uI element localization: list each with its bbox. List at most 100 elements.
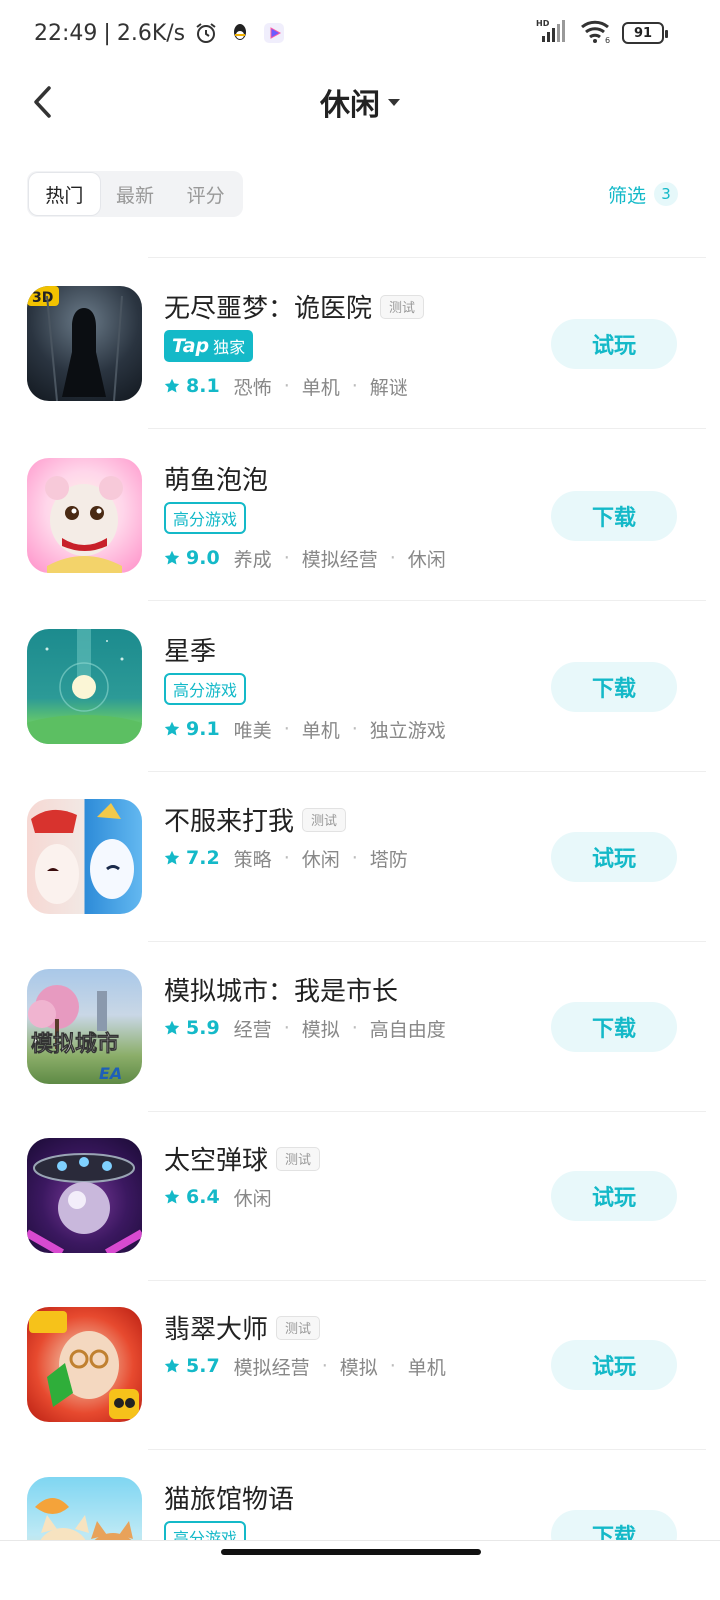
status-bar: 22:49 | 2.6K/s HD 6 91: [0, 0, 720, 64]
dot-separator: ·: [389, 547, 396, 569]
trial-button[interactable]: 试玩: [551, 1340, 677, 1390]
tab-rating[interactable]: 评分: [170, 173, 241, 215]
status-time: 22:49: [34, 20, 98, 46]
star-icon: [164, 1020, 180, 1036]
list-item[interactable]: 3D 无尽噩梦：诡医院 测试 Tap 独家 8.1 恐怖 · 单机 · 解谜 试…: [0, 258, 720, 429]
rating: 5.9: [186, 1017, 220, 1039]
genre-tag: 单机: [301, 719, 340, 742]
qq-icon: [227, 20, 253, 46]
status-left: 22:49 | 2.6K/s: [34, 18, 287, 48]
tab-latest[interactable]: 最新: [100, 173, 171, 215]
game-icon[interactable]: [27, 629, 142, 744]
sort-tabs: 热门 最新 评分: [27, 171, 243, 217]
battery-icon: 91: [622, 22, 668, 44]
status-separator: |: [103, 20, 111, 46]
dot-separator: ·: [351, 718, 358, 740]
tap-exclusive-label: 独家: [213, 338, 246, 357]
game-name-row: 无尽噩梦：诡医院 测试: [164, 288, 425, 325]
meta-row: 9.0 养成 · 模拟经营 · 休闲: [164, 543, 446, 573]
game-name-row: 太空弹球 测试: [164, 1140, 321, 1177]
wifi-icon: 6: [580, 18, 612, 48]
signal-icon: HD: [536, 18, 570, 48]
genre-tag: 恐怖: [233, 376, 272, 399]
rating: 6.4: [186, 1186, 220, 1208]
download-button[interactable]: 下载: [551, 1510, 677, 1540]
test-badge: 测试: [380, 294, 425, 319]
tag-row: 高分游戏: [164, 502, 247, 534]
genre-tag: 解谜: [369, 376, 408, 399]
status-right: HD 6 91: [536, 18, 668, 48]
game-icon[interactable]: [27, 1307, 142, 1422]
genre-tag: 塔防: [369, 848, 408, 871]
game-list: 3D 无尽噩梦：诡医院 测试 Tap 独家 8.1 恐怖 · 单机 · 解谜 试…: [0, 258, 720, 1540]
game-icon[interactable]: [27, 458, 142, 573]
game-name-row: 星季: [164, 631, 216, 668]
genre-tag: 模拟经营: [233, 1356, 310, 1379]
filter-count-badge: 3: [654, 182, 678, 206]
list-item[interactable]: 翡翠大师 测试 5.7 模拟经营 · 模拟 · 单机 试玩: [0, 1279, 720, 1450]
game-name-row: 猫旅馆物语: [164, 1479, 294, 1516]
caret-down-icon: [388, 98, 400, 106]
tab-hot[interactable]: 热门: [29, 173, 100, 215]
category-title-dropdown[interactable]: 休闲: [0, 80, 720, 124]
game-name[interactable]: 模拟城市：我是市长: [164, 971, 398, 1008]
trial-button[interactable]: 试玩: [551, 319, 677, 369]
icon-badge-3d: 3D: [32, 290, 53, 306]
game-name-row: 模拟城市：我是市长: [164, 971, 398, 1008]
game-name[interactable]: 翡翠大师: [164, 1309, 268, 1346]
game-name[interactable]: 无尽噩梦：诡医院: [164, 288, 372, 325]
svg-text:HD: HD: [536, 19, 550, 28]
download-button[interactable]: 下载: [551, 1002, 677, 1052]
dot-separator: ·: [351, 1017, 358, 1039]
game-icon[interactable]: 模拟城市 EA: [27, 969, 142, 1084]
list-item[interactable]: 猫旅馆物语 高分游戏 下载: [0, 1449, 720, 1540]
star-icon: [164, 1189, 180, 1205]
genre-tag: 独立游戏: [369, 719, 446, 742]
genre-tag: 休闲: [407, 548, 446, 571]
filter-button[interactable]: 筛选 3: [608, 178, 678, 210]
game-name-row: 翡翠大师 测试: [164, 1309, 321, 1346]
game-icon[interactable]: [27, 799, 142, 914]
meta-row: 5.9 经营 · 模拟 · 高自由度: [164, 1013, 446, 1043]
tap-logo: Tap: [172, 335, 210, 357]
rating: 5.7: [186, 1355, 220, 1377]
meta-row: 5.7 模拟经营 · 模拟 · 单机: [164, 1351, 446, 1381]
download-button[interactable]: 下载: [551, 491, 677, 541]
game-name-row: 萌鱼泡泡: [164, 460, 268, 497]
list-item[interactable]: 星季 高分游戏 9.1 唯美 · 单机 · 独立游戏 下载: [0, 601, 720, 772]
game-name[interactable]: 太空弹球: [164, 1140, 268, 1177]
star-icon: [164, 550, 180, 566]
meta-row: 9.1 唯美 · 单机 · 独立游戏: [164, 714, 446, 744]
test-badge: 测试: [276, 1146, 321, 1171]
rating: 8.1: [186, 375, 220, 397]
alarm-icon: [193, 20, 219, 46]
page-title: 休闲: [320, 88, 380, 123]
trial-button[interactable]: 试玩: [551, 832, 677, 882]
rating: 7.2: [186, 847, 220, 869]
list-item[interactable]: 不服来打我 测试 7.2 策略 · 休闲 · 塔防 试玩: [0, 771, 720, 942]
star-icon: [164, 1358, 180, 1374]
meta-row: 6.4 休闲: [164, 1182, 272, 1212]
game-name[interactable]: 猫旅馆物语: [164, 1479, 294, 1516]
test-badge: 测试: [276, 1315, 321, 1340]
dot-separator: ·: [283, 1017, 290, 1039]
genre-tag: 单机: [301, 376, 340, 399]
list-item[interactable]: 萌鱼泡泡 高分游戏 9.0 养成 · 模拟经营 · 休闲 下载: [0, 430, 720, 601]
test-badge: 测试: [302, 807, 347, 832]
game-name[interactable]: 星季: [164, 631, 216, 668]
game-name[interactable]: 不服来打我: [164, 801, 294, 838]
trial-button[interactable]: 试玩: [551, 1171, 677, 1221]
download-button[interactable]: 下载: [551, 662, 677, 712]
high-score-badge: 高分游戏: [164, 502, 247, 534]
list-item[interactable]: 太空弹球 测试 6.4 休闲 试玩: [0, 1110, 720, 1281]
game-icon[interactable]: 3D: [27, 286, 142, 401]
home-indicator[interactable]: [221, 1549, 481, 1555]
game-icon[interactable]: [27, 1138, 142, 1253]
genre-tag: 模拟经营: [301, 548, 378, 571]
list-item[interactable]: 模拟城市 EA 模拟城市：我是市长 5.9 经营 · 模拟 · 高自由度 下载: [0, 941, 720, 1112]
play-app-icon: [261, 20, 287, 46]
game-name[interactable]: 萌鱼泡泡: [164, 460, 268, 497]
game-icon[interactable]: [27, 1477, 142, 1540]
dot-separator: ·: [283, 847, 290, 869]
genre-tag: 策略: [233, 848, 272, 871]
